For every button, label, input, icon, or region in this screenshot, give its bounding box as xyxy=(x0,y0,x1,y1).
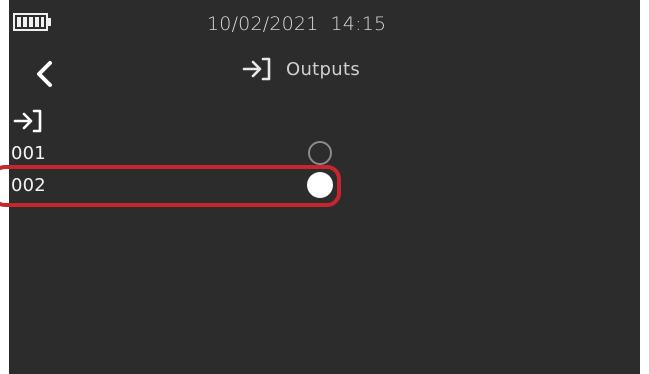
time-text: 14:15 xyxy=(330,13,387,35)
chevron-left-icon xyxy=(29,61,63,98)
battery-full-icon xyxy=(13,13,53,31)
page-header: Outputs xyxy=(242,54,360,84)
output-item-001[interactable]: 001 xyxy=(9,138,640,170)
outputs-list: 001 002 xyxy=(9,138,640,202)
output-arrow-icon xyxy=(242,56,272,82)
back-button[interactable] xyxy=(29,56,63,94)
device-screen: 10/02/2021 14:15 Outputs 001 002 xyxy=(9,0,640,374)
date-time: 10/02/2021 14:15 xyxy=(207,13,386,35)
output-label: 002 xyxy=(11,175,46,196)
output-label: 001 xyxy=(11,143,46,164)
output-radio-selected[interactable] xyxy=(307,172,333,198)
status-bar: 10/02/2021 14:15 xyxy=(9,0,640,46)
page-title: Outputs xyxy=(286,58,361,80)
output-arrow-icon xyxy=(13,108,43,134)
output-radio-unselected[interactable] xyxy=(308,141,332,165)
date-text: 10/02/2021 xyxy=(207,13,319,35)
output-item-002[interactable]: 002 xyxy=(9,170,640,202)
